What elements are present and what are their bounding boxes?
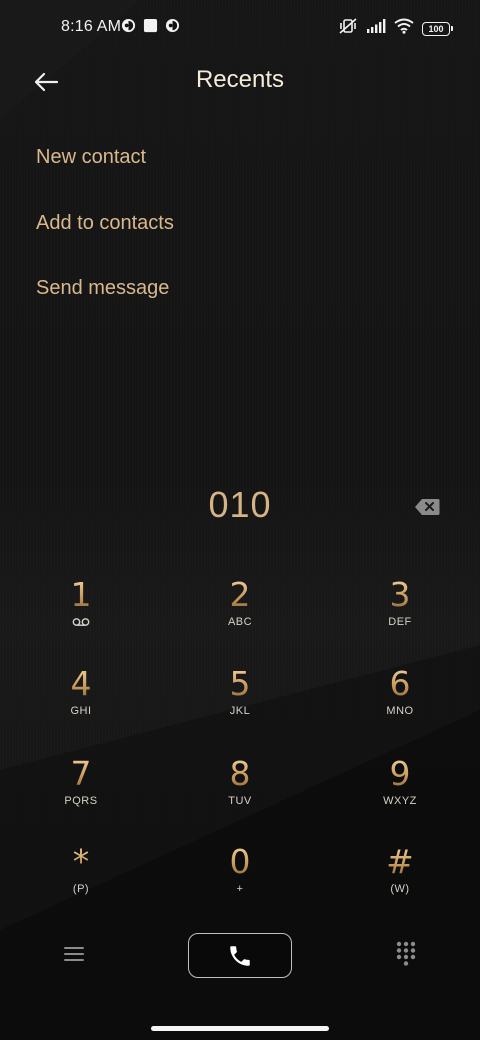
key-5[interactable]: 5 JKL xyxy=(180,667,300,745)
key-digit: # xyxy=(386,842,414,881)
key-letters: (P) xyxy=(72,883,90,895)
key-digit: 0 xyxy=(229,842,251,881)
key-digit: 8 xyxy=(229,754,251,793)
key-hash[interactable]: # (W) xyxy=(340,845,460,923)
wifi-icon xyxy=(394,18,414,39)
key-digit: 2 xyxy=(229,575,251,614)
battery-level: 100 xyxy=(428,23,444,34)
key-9[interactable]: 9 WXYZ xyxy=(340,757,460,835)
menu-button[interactable] xyxy=(58,938,90,970)
key-digit: 4 xyxy=(70,664,92,703)
dialpad-toggle-button[interactable] xyxy=(390,938,422,970)
key-digit: 1 xyxy=(70,575,92,614)
signal-icon xyxy=(366,19,386,38)
key-letters: DEF xyxy=(388,616,412,628)
key-6[interactable]: 6 MNO xyxy=(340,667,460,745)
key-letters: + xyxy=(236,883,244,895)
key-digit: 5 xyxy=(229,664,251,703)
key-letters: JKL xyxy=(229,705,251,717)
app-notification-icon xyxy=(121,18,136,38)
dialpad-icon xyxy=(396,941,416,966)
key-letters: (W) xyxy=(390,883,410,895)
app-notification-icon-2 xyxy=(165,18,180,38)
key-letters: TUV xyxy=(228,795,252,807)
send-message-option[interactable]: Send message xyxy=(36,268,336,308)
dialer-screen: 8:16 AM 100 Recents New contact Add to c… xyxy=(0,0,480,1040)
key-letters: WXYZ xyxy=(383,795,417,807)
key-star[interactable]: * (P) xyxy=(21,845,141,923)
backspace-icon xyxy=(415,499,440,515)
key-3[interactable]: 3 DEF xyxy=(340,578,460,656)
status-time: 8:16 AM xyxy=(61,18,122,35)
key-digit: 7 xyxy=(70,754,92,793)
key-digit: * xyxy=(72,842,90,881)
notification-icons xyxy=(121,18,180,38)
vibrate-off-icon xyxy=(338,17,358,40)
key-letters: GHI xyxy=(70,705,92,717)
call-button[interactable] xyxy=(188,933,292,978)
key-digit: 6 xyxy=(389,664,411,703)
key-8[interactable]: 8 TUV xyxy=(180,757,300,835)
menu-icon xyxy=(64,947,84,961)
key-letters: ABC xyxy=(227,616,253,628)
key-letters: PQRS xyxy=(64,795,98,807)
dialed-number[interactable]: 010 xyxy=(0,484,480,526)
add-to-contacts-option[interactable]: Add to contacts xyxy=(36,203,336,243)
battery-icon: 100 xyxy=(422,21,453,36)
key-1[interactable]: 1 xyxy=(21,578,141,656)
home-indicator[interactable] xyxy=(151,1026,329,1031)
key-digit: 9 xyxy=(389,754,411,793)
page-title: Recents xyxy=(195,66,285,93)
key-2[interactable]: 2 ABC xyxy=(180,578,300,656)
backspace-button[interactable] xyxy=(410,492,444,522)
key-7[interactable]: 7 PQRS xyxy=(21,757,141,835)
voicemail-icon xyxy=(72,615,90,629)
system-status-icons: 100 xyxy=(338,17,453,40)
key-0[interactable]: 0 + xyxy=(180,845,300,923)
key-digit: 3 xyxy=(389,575,411,614)
square-notification-icon xyxy=(143,18,158,38)
status-bar: 8:16 AM 100 xyxy=(0,0,480,56)
key-letters: MNO xyxy=(386,705,414,717)
new-contact-option[interactable]: New contact xyxy=(36,137,336,177)
phone-icon xyxy=(230,945,250,966)
key-4[interactable]: 4 GHI xyxy=(21,667,141,745)
